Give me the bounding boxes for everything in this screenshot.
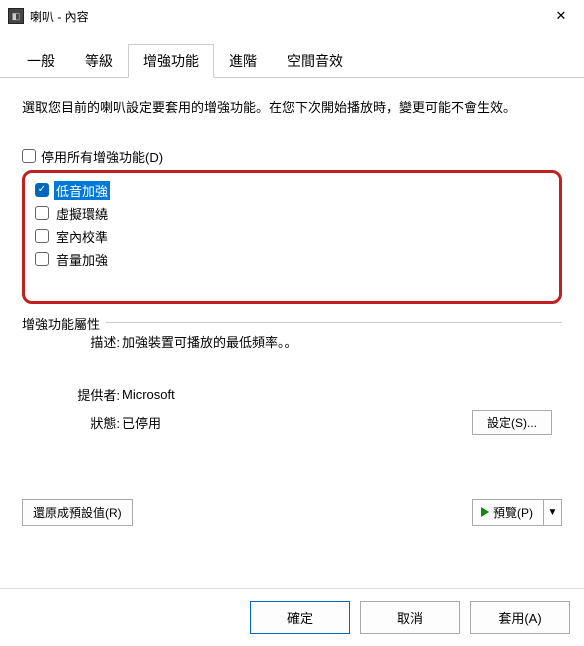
titlebar: ◧ 喇叭 - 內容 ✕	[0, 0, 584, 32]
props-group: 增強功能屬性 描述: 加強裝置可播放的最低頻率。。 提供者: Microsoft…	[22, 314, 562, 451]
tab-row: 一般 等級 增強功能 進階 空間音效	[0, 44, 584, 78]
props-status-row: 狀態: 已停用 設定(S)...	[32, 410, 552, 435]
props-provider-row: 提供者: Microsoft	[32, 385, 552, 404]
window-title: 喇叭 - 內容	[30, 8, 538, 25]
dialog-body: 一般 等級 增強功能 進階 空間音效 選取您目前的喇叭設定要套用的增強功能。在您…	[0, 32, 584, 646]
speaker-icon: ◧	[8, 8, 24, 24]
tab-content: 選取您目前的喇叭設定要套用的增強功能。在您下次開始播放時，變更可能不會生效。 停…	[0, 78, 584, 588]
preview-split-button: 預覽(P) ▼	[472, 499, 562, 526]
tab-general[interactable]: 一般	[12, 44, 70, 78]
play-icon	[481, 507, 489, 517]
list-item[interactable]: 低音加強	[35, 179, 549, 202]
props-desc-label: 描述:	[66, 332, 120, 351]
disable-all-row: 停用所有增強功能(D)	[22, 147, 562, 166]
enhancement-label[interactable]: 室內校準	[54, 227, 110, 246]
tab-levels[interactable]: 等級	[70, 44, 128, 78]
tab-enhancements[interactable]: 增強功能	[128, 44, 214, 78]
enhancement-label[interactable]: 虛擬環繞	[54, 204, 110, 223]
enhancement-label[interactable]: 低音加強	[54, 181, 110, 200]
ok-button[interactable]: 確定	[250, 601, 350, 634]
list-item[interactable]: 音量加強	[35, 248, 549, 271]
disable-all-checkbox[interactable]	[22, 149, 36, 163]
enhancement-checkbox[interactable]	[35, 183, 49, 197]
props-provider-value: Microsoft	[122, 387, 552, 402]
instruction-text: 選取您目前的喇叭設定要套用的增強功能。在您下次開始播放時，變更可能不會生效。	[22, 98, 562, 119]
props-status-label: 狀態:	[66, 413, 120, 432]
enhancement-checkbox[interactable]	[35, 229, 49, 243]
settings-button[interactable]: 設定(S)...	[472, 410, 552, 435]
content-buttons-row: 還原成預設值(R) 預覽(P) ▼	[22, 499, 562, 526]
props-status-value: 已停用	[122, 413, 472, 432]
restore-defaults-button[interactable]: 還原成預設值(R)	[22, 499, 133, 526]
props-desc-value: 加強裝置可播放的最低頻率。。	[122, 332, 552, 351]
tab-advanced[interactable]: 進階	[214, 44, 272, 78]
dialog-footer: 確定 取消 套用(A)	[0, 588, 584, 646]
cancel-button[interactable]: 取消	[360, 601, 460, 634]
apply-button[interactable]: 套用(A)	[470, 601, 570, 634]
props-provider-label: 提供者:	[66, 385, 120, 404]
props-desc-row: 描述: 加強裝置可播放的最低頻率。。	[32, 332, 552, 351]
enhancements-list[interactable]: 低音加強 虛擬環繞 室內校準 音量加強	[22, 170, 562, 304]
preview-label: 預覽(P)	[493, 504, 533, 521]
preview-button[interactable]: 預覽(P)	[472, 499, 544, 526]
disable-all-label[interactable]: 停用所有增強功能(D)	[41, 147, 163, 166]
enhancement-checkbox[interactable]	[35, 252, 49, 266]
list-item[interactable]: 虛擬環繞	[35, 202, 549, 225]
tab-spatial[interactable]: 空間音效	[272, 44, 358, 78]
enhancement-label[interactable]: 音量加強	[54, 250, 110, 269]
preview-dropdown-button[interactable]: ▼	[544, 499, 562, 526]
close-button[interactable]: ✕	[538, 0, 584, 32]
props-legend: 增強功能屬性	[22, 314, 106, 333]
enhancement-checkbox[interactable]	[35, 206, 49, 220]
list-item[interactable]: 室內校準	[35, 225, 549, 248]
